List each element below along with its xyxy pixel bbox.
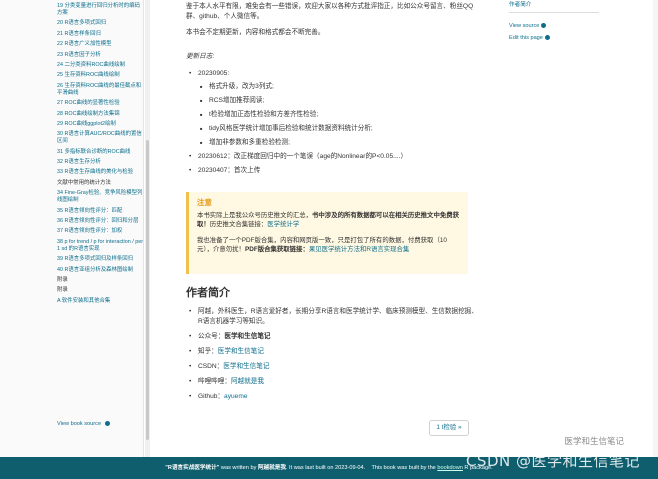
sidebar-item[interactable]: 38 p for trend / p for interaction / per… bbox=[57, 239, 143, 253]
about-item-label: 哔哩哔哩： bbox=[198, 378, 231, 385]
intro-section: 鉴于本人水平有限，难免会有一些错误，欢迎大家以各种方式批评指正，比如公众号留言、… bbox=[186, 2, 478, 44]
update-log-subitem: tidy风格医学统计增加事后检验和统计数据资料统计分析; bbox=[198, 124, 478, 134]
update-log-heading: 更新日志: bbox=[186, 53, 215, 60]
github-icon bbox=[541, 23, 547, 29]
update-log-label: 20230407：首次上传 bbox=[198, 167, 261, 174]
github-icon bbox=[104, 421, 110, 427]
footer-written-by: was written by bbox=[219, 465, 258, 471]
footer-author: 阿越就是我 bbox=[257, 465, 286, 471]
sidebar-item[interactable]: 24 二分类资料ROC曲线绘制 bbox=[57, 62, 143, 69]
sidebar-scrollbar[interactable] bbox=[145, 0, 150, 457]
next-chapter-button[interactable]: 1 t检验 » bbox=[429, 420, 469, 436]
sidebar-item[interactable]: 40 R语言亚组分析及森林图绘制 bbox=[57, 267, 143, 274]
sidebar-item[interactable]: 32 R语言生存分析 bbox=[57, 159, 143, 166]
toc-item-about[interactable]: 作者简介 bbox=[509, 2, 599, 13]
history-posts-link[interactable]: 医学统计学 bbox=[267, 221, 299, 228]
view-source-label: View source bbox=[509, 23, 540, 29]
footer-built-on: . It was last built on 2023-09-04. bbox=[285, 465, 366, 471]
main-content: 鉴于本人水平有限，难免会有一些错误，欢迎大家以各种方式批评指正，比如公众号留言、… bbox=[182, 0, 482, 457]
sidebar-item[interactable]: 34 Fine-Gray检验、竞争风险模型列线图绘制 bbox=[57, 190, 143, 204]
sidebar-item: 附录 bbox=[57, 276, 68, 283]
update-log-subitem: RCS增加推荐阅读; bbox=[198, 96, 478, 106]
sidebar-item[interactable]: 20 R语言多项式回归 bbox=[57, 20, 143, 27]
about-item-value[interactable]: ayueme bbox=[224, 393, 247, 400]
view-book-source-link[interactable]: View book source bbox=[57, 421, 110, 427]
intro-paragraph-2: 本书会不定期更新，内容和格式都会不断完善。 bbox=[186, 29, 325, 36]
sidebar-item[interactable]: 27 ROC曲线的显著性检验 bbox=[57, 100, 143, 107]
about-item: Github：ayueme bbox=[186, 392, 478, 402]
sidebar-item[interactable]: 29 ROC曲线ggplot2绘制 bbox=[57, 121, 143, 128]
sidebar-item[interactable]: 30 R语言计算AUC/ROC曲线的置信区间 bbox=[57, 131, 143, 145]
update-log-item: 20230905: 格式升级，改为3列式; RCS增加推荐阅读; t检验增加正态性检验… bbox=[186, 69, 478, 148]
note-paragraph-1: 本书实际上是我公众号历史推文的汇总，书中涉及的所有数据都可以在相关历史推文中免费… bbox=[197, 211, 460, 230]
sidebar-item[interactable]: 39 R语言多项式回归及样条回归 bbox=[57, 256, 143, 263]
about-item-value[interactable]: 阿越就是我 bbox=[231, 378, 264, 385]
sidebar-item[interactable]: 33 R语言生存曲线的美化与检验 bbox=[57, 169, 143, 176]
sidebar-item[interactable]: 28 ROC曲线绘制方法集锦 bbox=[57, 111, 143, 118]
update-log-item: 20230407：首次上传 bbox=[186, 166, 478, 176]
about-item-label: CSDN： bbox=[198, 363, 224, 370]
note-text-1c: 历史推文合集链接： bbox=[209, 221, 268, 228]
update-log-subitem: t检验增加正态性检验和方差齐性检验; bbox=[198, 110, 478, 120]
bookdown-link[interactable]: bookdown bbox=[437, 465, 463, 471]
csdn-watermark: CSDN @医学和生信笔记 bbox=[465, 452, 640, 470]
update-log-label: 20230612：改正梯度回归中的一个笔误（age的Nonlinear的P<0.… bbox=[198, 153, 408, 160]
update-log-subitem: 增加非参数和多重检验检测; bbox=[198, 138, 478, 148]
update-log-item: 20230612：改正梯度回归中的一个笔误（age的Nonlinear的P<0.… bbox=[186, 152, 478, 162]
github-icon bbox=[544, 35, 550, 41]
update-log-subitem: 格式升级，改为3列式; bbox=[198, 82, 478, 92]
sidebar-scroll-thumb[interactable] bbox=[146, 140, 149, 440]
sidebar-item[interactable]: 35 R语言倾向性评分：匹配 bbox=[57, 208, 143, 215]
about-item-label: 知乎： bbox=[198, 348, 218, 355]
sidebar-list: 19 分类变量进行回归分析时的编码方案 20 R语言多项式回归 21 R语言样条回归… bbox=[0, 0, 143, 305]
note-paragraph-2: 我也准备了一个PDF版合集，内容和网页版一致，只是打包了所有的数据，付费获取（1… bbox=[197, 236, 460, 255]
note-title: 注意 bbox=[197, 198, 212, 207]
about-item-value[interactable]: 医学和生信笔记 bbox=[223, 363, 269, 370]
sidebar-item[interactable]: 25 生存资料ROC曲线绘制 bbox=[57, 72, 143, 79]
intro-paragraph-1: 鉴于本人水平有限，难免会有一些错误，欢迎大家以各种方式批评指正，比如公众号留言、… bbox=[186, 3, 474, 20]
about-author-list: 阿越，外科医生，R语言爱好者，长期分享R语言和医学统计学、临床预测模型、生信数据… bbox=[186, 307, 478, 407]
about-item-value[interactable]: 医学和生信笔记 bbox=[218, 348, 264, 355]
note-text-2b: PDF版合集获取链接： bbox=[244, 246, 309, 253]
update-log-sublist: 格式升级，改为3列式; RCS增加推荐阅读; t检验增加正态性检验和方差齐性检验; t… bbox=[198, 82, 478, 148]
about-item: CSDN：医学和生信笔记 bbox=[186, 362, 478, 372]
sidebar-item[interactable]: 31 多指标联合诊断的ROC曲线 bbox=[57, 149, 143, 156]
update-log-label: 20230905: bbox=[198, 70, 230, 77]
view-book-source-label: View book source bbox=[57, 421, 102, 427]
note-text-1a: 本书实际上是我公众号历史推文的汇总， bbox=[197, 211, 313, 219]
pdf-collection-link[interactable]: 果见医学统计方法和R语言实现合集 bbox=[309, 246, 409, 253]
page-scrollbar[interactable] bbox=[653, 0, 658, 457]
edit-page-link[interactable]: Edit this page bbox=[509, 35, 599, 42]
watermark-subtitle: 医学和生信笔记 bbox=[564, 437, 624, 447]
about-author-heading: 作者简介 bbox=[186, 287, 230, 299]
sidebar-item[interactable]: A 软件安装和其他合集 bbox=[57, 298, 143, 305]
footer-book-title: "R语言实战医学统计" bbox=[165, 465, 220, 471]
sidebar-item[interactable]: 23 R语言因子分析 bbox=[57, 52, 143, 59]
note-callout: 注意 本书实际上是我公众号历史推文的汇总，书中涉及的所有数据都可以在相关历史推文… bbox=[186, 192, 468, 274]
update-log-list: 20230905: 格式升级，改为3列式; RCS增加推荐阅读; t检验增加正态性检验… bbox=[186, 69, 478, 180]
about-item: 哔哩哔哩：阿越就是我 bbox=[186, 377, 478, 387]
sidebar-item[interactable]: 26 生存资料ROC曲线的最佳截点和平滑曲线 bbox=[57, 83, 143, 97]
sidebar-item[interactable]: 19 分类变量进行回归分析时的编码方案 bbox=[57, 3, 143, 17]
about-item: 阿越，外科医生，R语言爱好者，长期分享R语言和医学统计学、临床预测模型、生信数据… bbox=[186, 307, 478, 327]
sidebar-item[interactable]: 21 R语言样条回归 bbox=[57, 31, 143, 38]
right-toc: 作者简介 View source Edit this page bbox=[509, 2, 599, 47]
about-item-label: Github： bbox=[198, 393, 225, 400]
sidebar-item[interactable]: 22 R语言广义加性模型 bbox=[57, 41, 143, 48]
sidebar-item[interactable]: 36 R语言倾向性评分：回归和分层 bbox=[57, 218, 143, 225]
sidebar-item[interactable]: 37 R语言倾向性评分：加权 bbox=[57, 228, 143, 235]
sidebar-item: 文献中常用的统计方法 bbox=[57, 179, 111, 186]
about-item-label: 公众号： bbox=[198, 333, 225, 340]
edit-page-label: Edit this page bbox=[509, 35, 543, 41]
view-source-link[interactable]: View source bbox=[509, 23, 599, 30]
about-item-value: 医学和生信笔记 bbox=[224, 333, 271, 340]
about-item: 公众号：医学和生信笔记 bbox=[186, 332, 478, 342]
footer-built-with: This book was built by the bbox=[371, 465, 438, 471]
sidebar-toc: 19 分类变量进行回归分析时的编码方案 20 R语言多项式回归 21 R语言样条回归… bbox=[0, 0, 144, 457]
sidebar-item: 附录 bbox=[57, 287, 68, 294]
about-item-label: 阿越，外科医生，R语言爱好者，长期分享R语言和医学统计学、临床预测模型、生信数据… bbox=[198, 308, 478, 325]
about-item: 知乎：医学和生信笔记 bbox=[186, 347, 478, 357]
